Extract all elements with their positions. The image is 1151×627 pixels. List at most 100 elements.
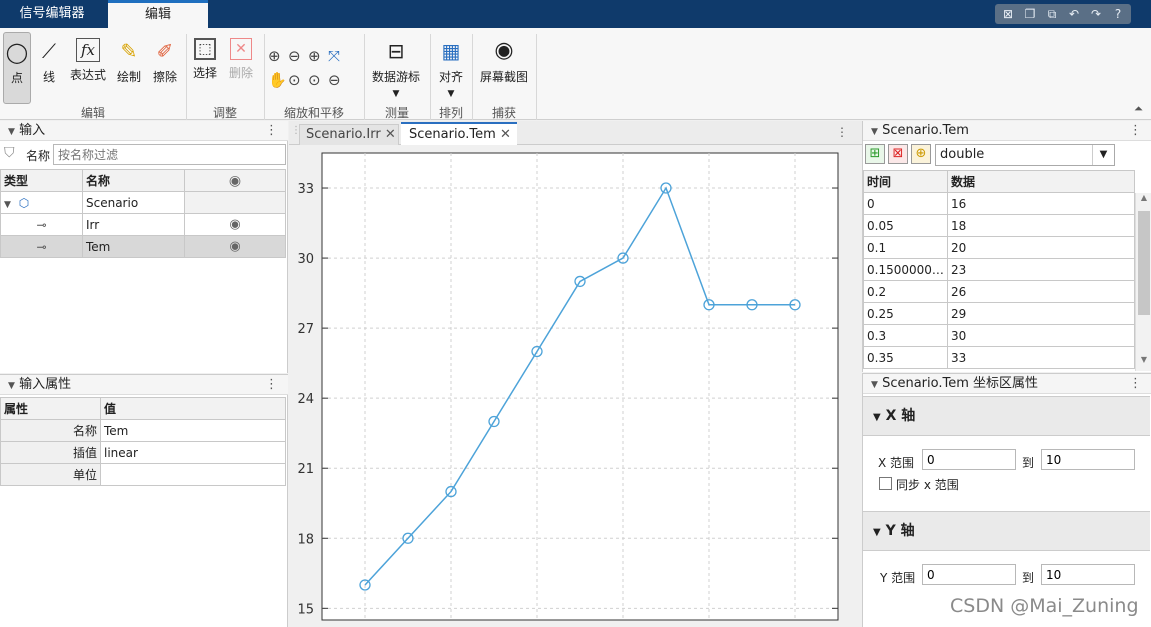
column-header[interactable]: 时间 — [863, 170, 948, 193]
eye-icon[interactable]: ◉ — [184, 213, 286, 236]
chevron-down-icon[interactable]: ▼ — [1092, 145, 1114, 165]
zoom-y-icon[interactable]: ⊙ — [288, 68, 308, 92]
tab-scenario-tem[interactable]: Scenario.Tem ✕ — [401, 122, 517, 145]
pan-icon[interactable]: ✋ — [268, 68, 288, 92]
time-cell[interactable]: 0.15000000... — [863, 258, 948, 281]
fit-icon[interactable]: ⤧ — [328, 44, 348, 68]
x-range-from-input[interactable] — [922, 449, 1016, 470]
sync-x-checkbox[interactable] — [879, 477, 892, 490]
undo-icon[interactable]: ↶ — [1067, 7, 1081, 21]
tile-icon[interactable]: ⊠ — [1001, 7, 1015, 21]
point-button[interactable]: ◯ 点 — [3, 32, 31, 104]
time-cell[interactable]: 0.2 — [863, 280, 948, 303]
tab-scenario-irr[interactable]: Scenario.Irr ✕ — [299, 124, 399, 145]
expand-icon[interactable]: ▼ — [4, 200, 11, 210]
collapse-ribbon-icon[interactable]: ⏶ — [1134, 102, 1143, 116]
zoom-in-icon[interactable]: ⊕ — [268, 44, 288, 68]
align-button[interactable]: ▦ 对齐 ▼ — [434, 38, 468, 99]
expression-button[interactable]: fx 表达式 — [66, 38, 110, 83]
time-cell[interactable]: 0.1 — [863, 236, 948, 259]
table-row[interactable]: 0.15000000... 23 — [863, 258, 1135, 281]
zoom-reset-icon[interactable]: ⊖ — [328, 68, 348, 92]
property-value[interactable]: Tem — [100, 419, 286, 442]
title-bar: 信号编辑器 编辑 ⊠ ❐ ⧉ ↶ ↷ ? — [0, 0, 1151, 28]
table-row[interactable]: 0 16 — [863, 192, 1135, 215]
value-cell[interactable]: 26 — [947, 280, 1135, 303]
scroll-down-icon[interactable]: ▼ — [1136, 355, 1151, 369]
collapse-icon[interactable]: ▼ — [871, 127, 878, 137]
filter-input[interactable] — [53, 144, 286, 165]
column-header[interactable]: 名称 — [82, 169, 185, 192]
table-row[interactable]: ⊸ Irr ◉ — [0, 213, 286, 236]
tab-edit[interactable]: 编辑 — [108, 0, 208, 28]
delete-row-icon[interactable]: ⊠ — [888, 144, 908, 164]
time-cell[interactable]: 0 — [863, 192, 948, 215]
property-value[interactable] — [100, 463, 286, 486]
insert-row-icon[interactable]: ⊞ — [865, 144, 885, 164]
zoom-xy-icon[interactable]: ⊙ — [308, 68, 328, 92]
close-icon[interactable]: ✕ — [500, 127, 511, 142]
zoom-out-icon[interactable]: ⊖ — [288, 44, 308, 68]
panel-menu-icon[interactable]: ⋮ — [265, 121, 278, 141]
value-cell[interactable]: 23 — [947, 258, 1135, 281]
table-row[interactable]: 0.3 30 — [863, 324, 1135, 347]
add-data-icon[interactable]: ⊕ — [911, 144, 931, 164]
y-range-to-input[interactable] — [1041, 564, 1135, 585]
column-header[interactable]: 类型 — [0, 169, 83, 192]
panel-menu-icon[interactable]: ⋮ — [265, 375, 278, 395]
value-cell[interactable]: 16 — [947, 192, 1135, 215]
collapse-icon[interactable]: ▼ — [8, 381, 15, 391]
time-cell[interactable]: 0.35 — [863, 346, 948, 369]
eye-icon[interactable]: ◉ — [184, 235, 286, 258]
help-icon[interactable]: ? — [1111, 7, 1125, 21]
delete-button[interactable]: ✕ 删除 — [226, 38, 256, 81]
erase-button[interactable]: ✐ 擦除 — [150, 38, 180, 85]
y-range-from-input[interactable] — [922, 564, 1016, 585]
panel-menu-icon[interactable]: ⋮ — [1129, 121, 1142, 141]
data-cursor-button[interactable]: ⊟ 数据游标 ▼ — [368, 38, 424, 99]
y-axis-section-header[interactable]: ▼ Y 轴 — [863, 511, 1150, 551]
table-row[interactable]: 0.35 33 — [863, 346, 1135, 369]
zoom-x-icon[interactable]: ⊕ — [308, 44, 328, 68]
x-axis-section-header[interactable]: ▼ X 轴 — [863, 396, 1150, 436]
time-cell[interactable]: 0.25 — [863, 302, 948, 325]
collapse-icon[interactable]: ▼ — [873, 527, 881, 538]
collapse-icon[interactable]: ▼ — [873, 412, 881, 423]
screenshot-button[interactable]: ◉ 屏幕截图 — [476, 38, 532, 85]
eye-header-icon[interactable]: ◉ — [184, 169, 286, 192]
value-cell[interactable]: 30 — [947, 324, 1135, 347]
scrollbar-thumb[interactable] — [1138, 211, 1150, 315]
x-range-to-input[interactable] — [1041, 449, 1135, 470]
panel-menu-icon[interactable]: ⋮ — [1129, 374, 1142, 394]
restore-icon[interactable]: ❐ — [1023, 7, 1037, 21]
close-icon[interactable]: ✕ — [385, 127, 396, 142]
line-button[interactable]: ⟋ 线 — [36, 38, 62, 85]
property-value[interactable]: linear — [100, 441, 286, 464]
tab-signal-editor[interactable]: 信号编辑器 — [0, 0, 104, 28]
table-row[interactable]: 0.25 29 — [863, 302, 1135, 325]
column-header[interactable]: 数据 — [947, 170, 1135, 193]
select-button[interactable]: ⬚ 选择 — [190, 38, 220, 81]
value-cell[interactable]: 20 — [947, 236, 1135, 259]
scroll-up-icon[interactable]: ▲ — [1136, 193, 1151, 207]
value-cell[interactable]: 33 — [947, 346, 1135, 369]
data-type-select[interactable]: double ▼ — [935, 144, 1115, 166]
draw-button[interactable]: ✎ 绘制 — [114, 38, 144, 85]
collapse-icon[interactable]: ▼ — [871, 380, 878, 390]
tab-menu-icon[interactable]: ⋮ — [836, 125, 848, 139]
table-row[interactable]: 0.05 18 — [863, 214, 1135, 237]
time-cell[interactable]: 0.3 — [863, 324, 948, 347]
table-row[interactable]: ▼ ⬡ Scenario — [0, 191, 286, 214]
value-cell[interactable]: 29 — [947, 302, 1135, 325]
collapse-icon[interactable]: ▼ — [8, 127, 15, 137]
copy-icon[interactable]: ⧉ — [1045, 7, 1059, 22]
redo-icon[interactable]: ↷ — [1089, 7, 1103, 21]
line-chart[interactable]: 15 18 21 24 27 30 33 — [289, 146, 862, 627]
table-row[interactable]: ⊸ Tem ◉ — [0, 235, 286, 258]
time-cell[interactable]: 0.05 — [863, 214, 948, 237]
table-row[interactable]: 0.2 26 — [863, 280, 1135, 303]
filter-icon[interactable]: ⛉ — [4, 145, 15, 161]
table-row[interactable]: 0.1 20 — [863, 236, 1135, 259]
value-cell[interactable]: 18 — [947, 214, 1135, 237]
vertical-scrollbar[interactable]: ▲ ▼ — [1135, 193, 1151, 371]
